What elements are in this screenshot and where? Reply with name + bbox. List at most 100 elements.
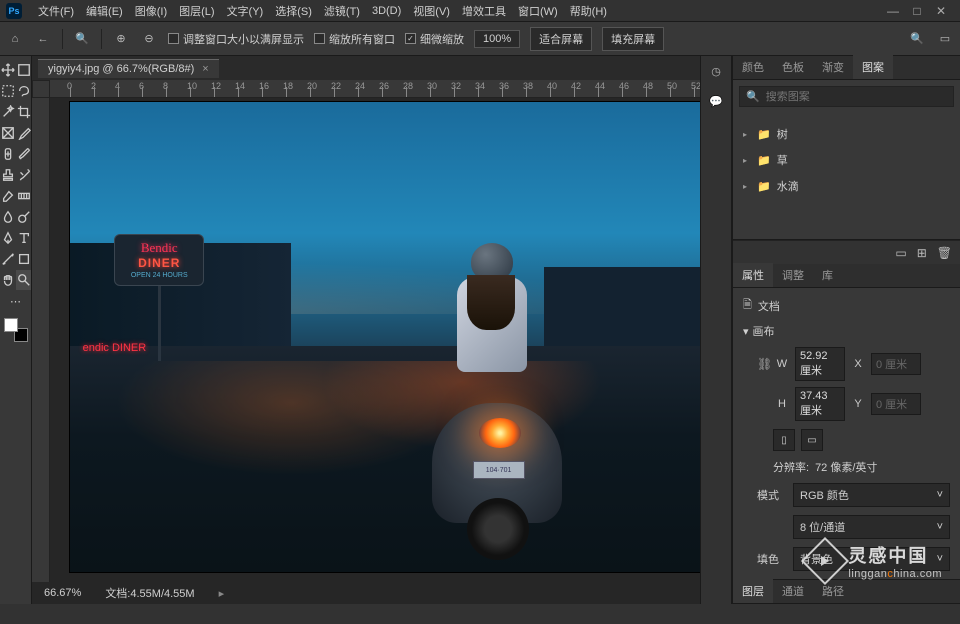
type-tool[interactable] [16, 228, 31, 248]
pattern-folder-water[interactable]: ▸📁水滴 [739, 175, 954, 197]
color-mode-select[interactable]: RGB 颜色˅ [793, 483, 950, 507]
path-tool[interactable] [0, 249, 15, 269]
menu-help[interactable]: 帮助(H) [564, 1, 613, 21]
tab-color[interactable]: 颜色 [733, 55, 773, 79]
edit-toolbar[interactable]: ⋯ [4, 291, 28, 311]
pattern-search-input[interactable] [766, 91, 947, 103]
ruler-horizontal[interactable]: 0246810121416182022242628303234363840424… [50, 80, 700, 98]
healing-tool[interactable] [0, 144, 15, 164]
fit-screen-button[interactable]: 适合屏幕 [530, 27, 592, 51]
menu-select[interactable]: 选择(S) [269, 1, 318, 21]
stamp-tool[interactable] [0, 165, 15, 185]
swatches-tabs: 颜色 色板 渐变 图案 [733, 56, 960, 80]
gradient-tool[interactable] [16, 186, 31, 206]
folder-icon: 📁 [757, 180, 771, 193]
landscape-button[interactable]: ▭ [801, 429, 823, 451]
color-swatches[interactable] [4, 318, 28, 342]
zoom-100-button[interactable]: 100% [474, 30, 520, 48]
workspace-icon[interactable]: ▭ [936, 30, 954, 48]
menu-image[interactable]: 图像(I) [129, 1, 173, 21]
comments-panel-icon[interactable]: 💬 [707, 92, 725, 110]
menu-plugins[interactable]: 增效工具 [456, 1, 512, 21]
resize-window-checkbox[interactable]: 调整窗口大小以满屏显示 [168, 31, 304, 47]
maximize-button[interactable]: □ [912, 6, 922, 16]
home-icon[interactable]: ⌂ [6, 30, 24, 48]
menu-layer[interactable]: 图层(L) [173, 1, 220, 21]
bit-depth-select[interactable]: 8 位/通道˅ [793, 515, 950, 539]
move-tool[interactable] [0, 60, 15, 80]
minimize-button[interactable]: — [888, 6, 898, 16]
menu-view[interactable]: 视图(V) [407, 1, 456, 21]
properties-tabs: 属性 调整 库 [733, 264, 960, 288]
ruler-vertical[interactable] [32, 98, 50, 582]
hand-tool[interactable] [0, 270, 15, 290]
save-preset-icon[interactable]: ▭ [895, 246, 906, 260]
search-icon[interactable]: 🔍 [908, 30, 926, 48]
zoom-all-windows-checkbox[interactable]: 缩放所有窗口 [314, 31, 395, 47]
menu-3d[interactable]: 3D(D) [366, 3, 407, 19]
pattern-folder-grass[interactable]: ▸📁草 [739, 149, 954, 171]
zoom-out-icon[interactable]: ⊖ [140, 30, 158, 48]
zoom-in-icon[interactable]: ⊕ [112, 30, 130, 48]
document-tab[interactable]: yigyiy4.jpg @ 66.7%(RGB/8#)× [38, 59, 219, 78]
delete-preset-icon[interactable]: 🗑 [937, 246, 952, 260]
tab-paths[interactable]: 路径 [813, 579, 853, 603]
document-icon: 🗎 [743, 296, 752, 315]
tab-adjustments[interactable]: 调整 [773, 263, 813, 287]
new-preset-icon[interactable]: ⊞ [917, 246, 927, 260]
zoom-level[interactable]: 66.67% [44, 587, 81, 599]
menu-file[interactable]: 文件(F) [32, 1, 80, 21]
ruler-origin[interactable] [32, 80, 50, 98]
artboard-tool[interactable] [16, 60, 31, 80]
lasso-tool[interactable] [16, 81, 31, 101]
tab-properties[interactable]: 属性 [733, 263, 773, 287]
zoom-tool-icon[interactable]: 🔍 [73, 30, 91, 48]
link-dimensions-icon[interactable]: ⛓ [757, 357, 769, 371]
canvas-section[interactable]: ▾画布 [743, 323, 950, 339]
properties-title: 文档 [758, 298, 780, 314]
menu-type[interactable]: 文字(Y) [221, 1, 270, 21]
tab-layers[interactable]: 图层 [733, 579, 773, 603]
resolution-label: 分辨率: [773, 459, 809, 475]
file-info[interactable]: 文档:4.55M/4.55M [105, 585, 194, 601]
status-arrow-icon[interactable]: ▸ [219, 587, 225, 600]
menu-bar: Ps 文件(F) 编辑(E) 图像(I) 图层(L) 文字(Y) 选择(S) 滤… [0, 0, 960, 22]
history-panel-icon[interactable]: ◷ [707, 62, 725, 80]
tab-close-icon[interactable]: × [202, 63, 208, 75]
fill-screen-button[interactable]: 填充屏幕 [602, 27, 664, 51]
pen-tool[interactable] [0, 228, 15, 248]
tab-gradients[interactable]: 渐变 [813, 55, 853, 79]
menu-window[interactable]: 窗口(W) [512, 1, 564, 21]
options-bar: ⌂ ← 🔍 ⊕ ⊖ 调整窗口大小以满屏显示 缩放所有窗口 ✓细微缩放 100% … [0, 22, 960, 56]
eyedropper-tool[interactable] [16, 123, 31, 143]
history-brush-tool[interactable] [16, 165, 31, 185]
scrubby-zoom-checkbox[interactable]: ✓细微缩放 [405, 31, 464, 47]
tab-libraries[interactable]: 库 [813, 263, 842, 287]
canvas-viewport[interactable]: Bendic DINER OPEN 24 HOURS endic DINER 1… [50, 98, 700, 582]
marquee-tool[interactable] [0, 81, 15, 101]
dodge-tool[interactable] [16, 207, 31, 227]
arrow-left-icon[interactable]: ← [34, 30, 52, 48]
height-input[interactable]: 37.43 厘米 [795, 387, 845, 421]
tab-swatches[interactable]: 色板 [773, 55, 813, 79]
pattern-search[interactable]: 🔍 [739, 86, 954, 107]
crop-tool[interactable] [16, 102, 31, 122]
frame-tool[interactable] [0, 123, 15, 143]
menu-filter[interactable]: 滤镜(T) [318, 1, 366, 21]
document-tabs: yigyiy4.jpg @ 66.7%(RGB/8#)× [32, 56, 700, 80]
wand-tool[interactable] [0, 102, 15, 122]
portrait-button[interactable]: ▯ [773, 429, 795, 451]
document-image[interactable]: Bendic DINER OPEN 24 HOURS endic DINER 1… [70, 102, 700, 572]
zoom-tool[interactable] [16, 270, 31, 290]
foreground-color[interactable] [4, 318, 18, 332]
menu-edit[interactable]: 编辑(E) [80, 1, 129, 21]
pattern-folder-trees[interactable]: ▸📁树 [739, 123, 954, 145]
eraser-tool[interactable] [0, 186, 15, 206]
tab-patterns[interactable]: 图案 [853, 55, 893, 79]
tab-channels[interactable]: 通道 [773, 579, 813, 603]
width-input[interactable]: 52.92 厘米 [795, 347, 845, 381]
shape-tool[interactable] [16, 249, 31, 269]
blur-tool[interactable] [0, 207, 15, 227]
brush-tool[interactable] [16, 144, 31, 164]
close-button[interactable]: ✕ [936, 6, 946, 16]
